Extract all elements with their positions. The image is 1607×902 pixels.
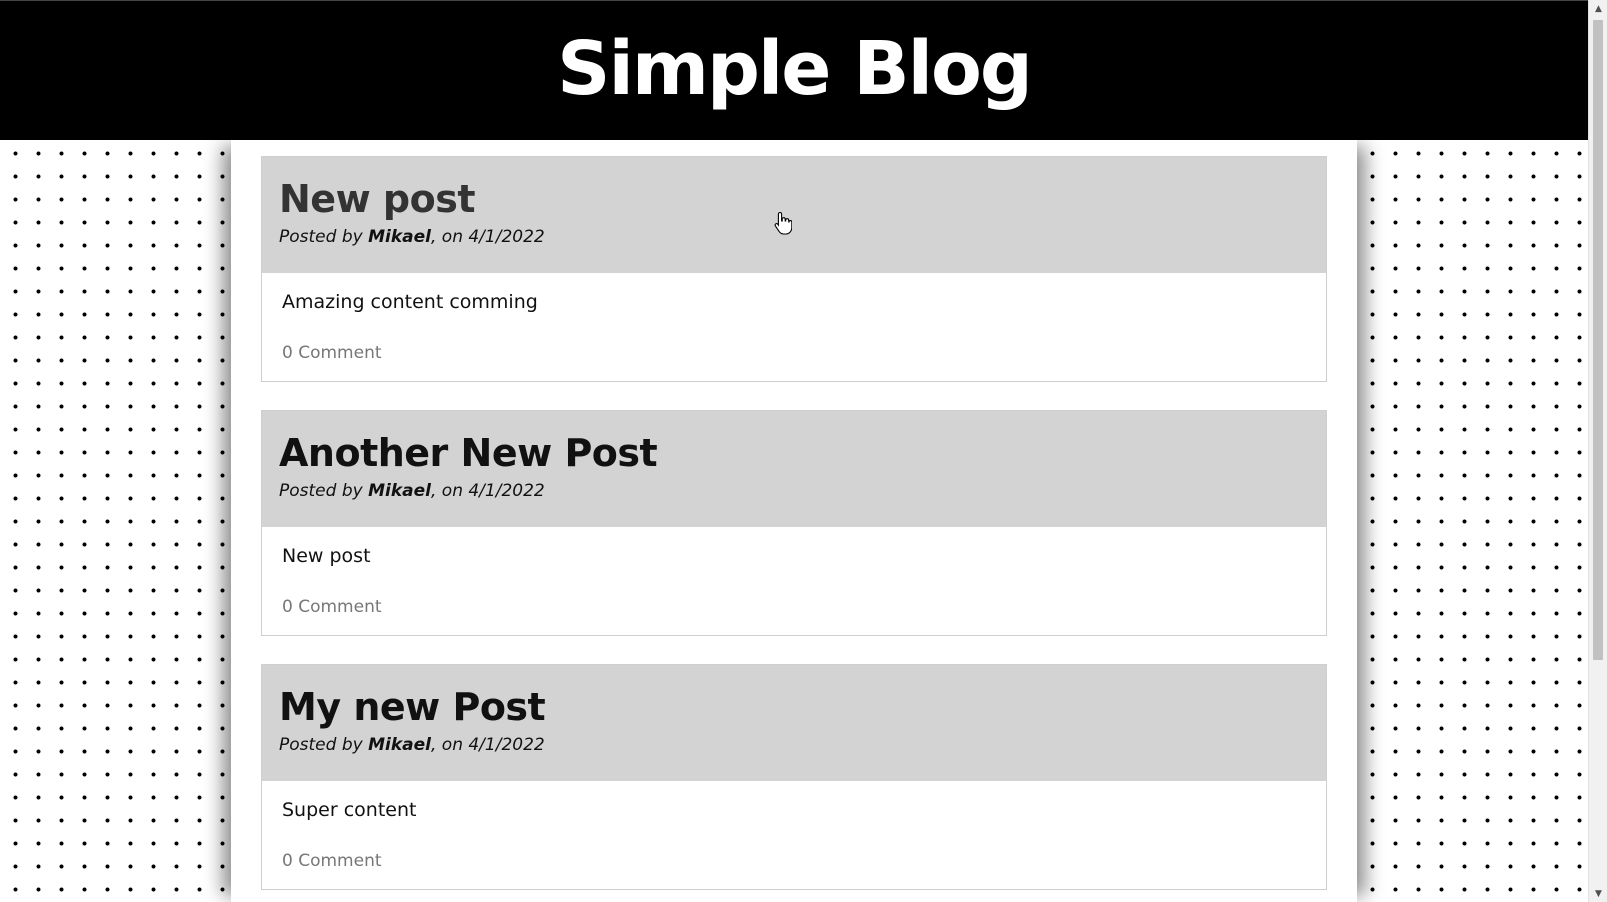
posted-by-label: Posted by — [279, 480, 369, 501]
post-card: Another New Post Posted by Mikael, on 4/… — [261, 410, 1327, 636]
post-content: New post — [282, 545, 371, 567]
post-title[interactable]: My new Post — [279, 686, 1309, 729]
posted-by-label: Posted by — [279, 226, 369, 247]
post-header: Another New Post Posted by Mikael, on 4/… — [262, 411, 1326, 527]
post-title[interactable]: New post — [279, 178, 1309, 221]
page: Simple Blog New post Posted by Mikael, o… — [0, 0, 1588, 902]
scrollbar-thumb[interactable] — [1593, 20, 1603, 660]
site-header: Simple Blog — [0, 0, 1588, 140]
post-title[interactable]: Another New Post — [279, 432, 1309, 475]
post-content: Super content — [282, 799, 417, 821]
post-date: , on 4/1/2022 — [430, 226, 545, 247]
post-comments-count[interactable]: 0 Comment — [282, 851, 1306, 871]
post-author: Mikael — [368, 734, 431, 755]
post-author: Mikael — [368, 226, 431, 247]
post-header: New post Posted by Mikael, on 4/1/2022 — [262, 157, 1326, 273]
post-author: Mikael — [368, 480, 431, 501]
triangle-down-icon[interactable]: ▼ — [1589, 885, 1607, 902]
post-body: New post 0 Comment — [262, 527, 1326, 635]
post-meta: Posted by Mikael, on 4/1/2022 — [279, 735, 1309, 755]
hand-pointer-icon — [774, 211, 792, 235]
post-card: My new Post Posted by Mikael, on 4/1/202… — [261, 664, 1327, 890]
post-comments-count[interactable]: 0 Comment — [282, 343, 1306, 363]
post-list: New post Posted by Mikael, on 4/1/2022 A… — [231, 140, 1357, 902]
post-card: New post Posted by Mikael, on 4/1/2022 A… — [261, 156, 1327, 382]
post-body: Super content 0 Comment — [262, 781, 1326, 889]
post-header: My new Post Posted by Mikael, on 4/1/202… — [262, 665, 1326, 781]
post-date: , on 4/1/2022 — [430, 480, 545, 501]
post-body: Amazing content comming 0 Comment — [262, 273, 1326, 381]
post-meta: Posted by Mikael, on 4/1/2022 — [279, 227, 1309, 247]
vertical-scrollbar[interactable]: ▲ ▼ — [1588, 0, 1607, 902]
post-comments-count[interactable]: 0 Comment — [282, 597, 1306, 617]
triangle-up-icon[interactable]: ▲ — [1589, 0, 1607, 17]
post-meta: Posted by Mikael, on 4/1/2022 — [279, 481, 1309, 501]
site-title[interactable]: Simple Blog — [557, 32, 1033, 110]
posted-by-label: Posted by — [279, 734, 369, 755]
post-date: , on 4/1/2022 — [430, 734, 545, 755]
post-content: Amazing content comming — [282, 291, 538, 313]
